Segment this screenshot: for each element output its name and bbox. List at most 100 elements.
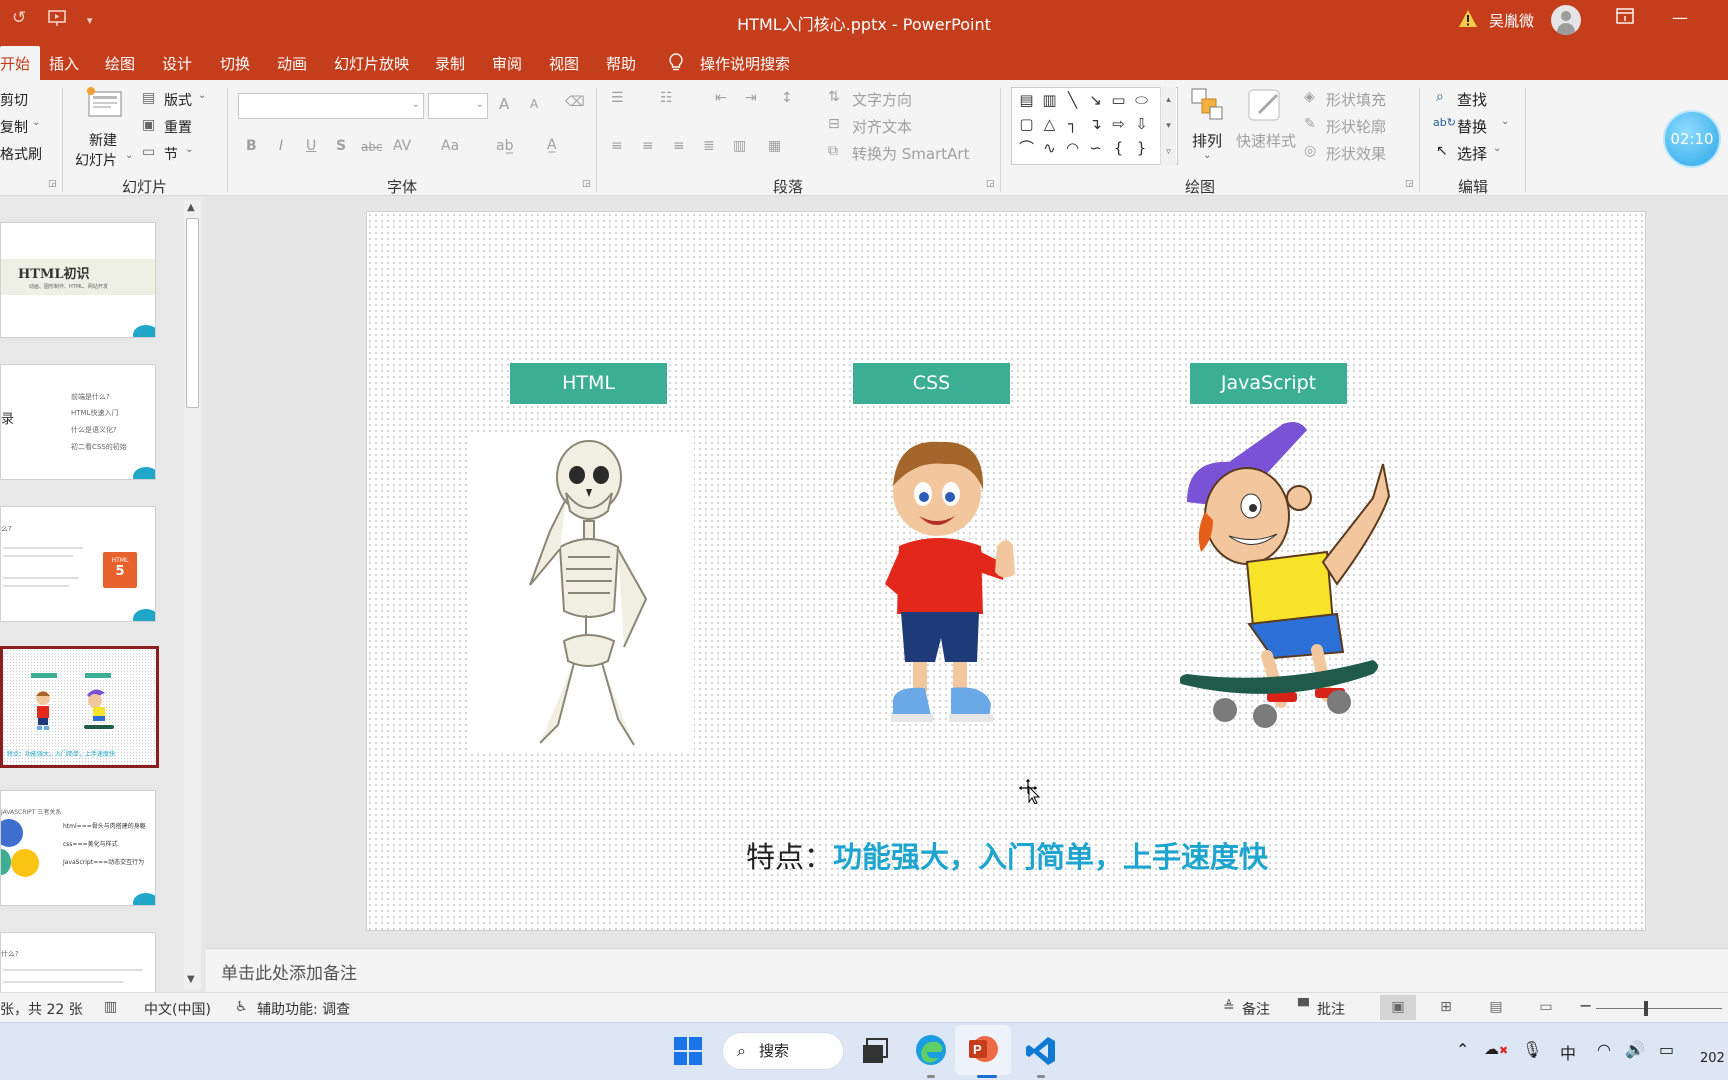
notes-placeholder[interactable]: 单击此处添加备注	[221, 959, 357, 984]
smartart-button[interactable]: 转换为 SmartArt	[852, 143, 969, 164]
slide-thumbnail-5[interactable]: JAVASCRIPT 三者关系 html===骨头与肉搭建的身躯 css===美…	[0, 790, 156, 906]
shape-outline-icon[interactable]: ✎	[1304, 116, 1316, 132]
slide-sorter-button[interactable]: ⊞	[1428, 995, 1464, 1020]
align-center-icon[interactable]: ≡	[642, 138, 654, 154]
shape-outline-button[interactable]: 形状轮廓	[1326, 116, 1386, 137]
underline-button[interactable]: U	[306, 138, 316, 154]
layout-icon[interactable]: ▤	[142, 90, 155, 106]
tab-help[interactable]: 帮助	[606, 53, 636, 74]
copy-dropdown-icon[interactable]: ⌄	[32, 117, 40, 128]
bullets-icon[interactable]: ☰	[611, 90, 624, 106]
textbox-shape-icon[interactable]: ▤	[1015, 88, 1038, 112]
volume-icon[interactable]: 🔊	[1625, 1040, 1645, 1059]
elbow-arrow-icon[interactable]: ↴	[1084, 112, 1107, 136]
css-tag[interactable]: CSS	[853, 363, 1010, 404]
distributed-icon[interactable]: ▥	[733, 138, 746, 154]
font-color-icon[interactable]: A̲	[547, 137, 557, 153]
layout-dropdown-icon[interactable]: ⌄	[198, 90, 206, 101]
line-spacing-icon[interactable]: ↕	[781, 90, 793, 106]
javascript-tag[interactable]: JavaScript	[1190, 363, 1347, 404]
highlight-icon[interactable]: ab̲	[496, 138, 513, 154]
oval-shape-icon[interactable]: ⬭	[1130, 88, 1153, 112]
dialog-launcher-icon[interactable]: ◲	[582, 179, 591, 189]
powerpoint-taskbar-button[interactable]: P	[955, 1025, 1011, 1075]
battery-icon[interactable]: ▭	[1659, 1040, 1674, 1059]
slide-thumbnail-3[interactable]: 么? HTML 5	[0, 506, 156, 622]
tab-home[interactable]: 开始	[0, 46, 41, 80]
windows-start-icon[interactable]	[673, 1036, 703, 1066]
quick-styles-button[interactable]: 快速样式	[1236, 130, 1296, 151]
font-name-select[interactable]: ⌄	[238, 93, 424, 119]
notes-pane[interactable]: 单击此处添加备注	[206, 948, 1728, 992]
slide-thumbnail-4-selected[interactable]: 特点：功能强大，入门简单，上手速度快	[0, 646, 159, 768]
change-case-button[interactable]: Aa	[441, 138, 459, 154]
find-icon[interactable]: ⌕	[1436, 89, 1444, 105]
current-slide[interactable]: HTML CSS JavaScript 特点：功能强大，入门简单，上手速度快	[366, 211, 1646, 931]
scroll-up-icon[interactable]: ▲	[187, 202, 195, 213]
skeleton-image[interactable]	[468, 435, 694, 753]
strikethrough-button[interactable]: abc	[361, 140, 383, 154]
numbering-icon[interactable]: ☷	[660, 90, 673, 106]
comments-icon[interactable]: ▀	[1298, 999, 1309, 1015]
thumbnail-scroll-thumb[interactable]	[186, 218, 199, 408]
layout-button[interactable]: 版式	[164, 90, 192, 110]
tab-animations[interactable]: 动画	[277, 53, 307, 74]
grow-font-button[interactable]: A	[499, 95, 509, 113]
align-left-icon[interactable]: ≡	[611, 138, 623, 154]
bold-button[interactable]: B	[246, 138, 257, 154]
vertical-textbox-shape-icon[interactable]: ▥	[1038, 88, 1061, 112]
section-icon[interactable]: ▭	[142, 144, 155, 160]
right-arrow-shape-icon[interactable]: ⇨	[1107, 112, 1130, 136]
left-brace-icon[interactable]: {	[1107, 136, 1130, 160]
accessibility-status[interactable]: 辅助功能: 调查	[257, 999, 350, 1019]
accessibility-icon[interactable]: ♿	[235, 999, 248, 1015]
increase-indent-icon[interactable]: ⇥	[745, 90, 757, 106]
arrow-shape-icon[interactable]: ↘	[1084, 88, 1107, 112]
reset-button[interactable]: 重置	[164, 117, 192, 137]
new-slide-icon[interactable]	[86, 86, 124, 124]
onedrive-error-icon[interactable]: ☁✖	[1484, 1040, 1508, 1058]
minimize-icon[interactable]: —	[1672, 8, 1688, 27]
find-button[interactable]: 查找	[1457, 89, 1487, 110]
shrink-font-button[interactable]: A	[530, 97, 538, 111]
text-shadow-button[interactable]: S	[336, 138, 346, 154]
slide-thumbnail-1[interactable]: HTML初识 动画、图形制作、HTML、网站开发	[0, 222, 156, 338]
cut-button[interactable]: 剪切	[0, 90, 28, 110]
scroll-down-icon[interactable]: ▼	[187, 974, 195, 985]
select-dropdown-icon[interactable]: ⌄	[1493, 143, 1501, 154]
slide-thumbnail-2[interactable]: 录 前端是什么? HTML快速入门 什么是语义化? 初二看CSS的初始	[0, 364, 156, 480]
spellcheck-icon[interactable]: ▥	[104, 999, 117, 1015]
elbow-connector-icon[interactable]: ┐	[1061, 112, 1084, 136]
new-slide-label[interactable]: 新建	[89, 130, 117, 150]
replace-icon[interactable]: ab↻	[1433, 116, 1456, 129]
feature-line[interactable]: 特点：功能强大，入门简单，上手速度快	[367, 834, 1645, 876]
rounded-rect-shape-icon[interactable]: ▢	[1015, 112, 1038, 136]
recording-timer[interactable]: 02:10	[1663, 110, 1721, 168]
rectangle-shape-icon[interactable]: ▭	[1107, 88, 1130, 112]
warning-icon[interactable]	[1458, 9, 1478, 29]
vscode-icon[interactable]	[1025, 1035, 1057, 1067]
italic-button[interactable]: I	[279, 138, 283, 154]
right-brace-icon[interactable]: }	[1130, 136, 1153, 160]
copy-button[interactable]: 复制	[0, 117, 28, 137]
shape-effects-button[interactable]: 形状效果	[1326, 143, 1386, 164]
edge-browser-icon[interactable]	[915, 1034, 947, 1066]
task-view-icon[interactable]	[861, 1037, 889, 1065]
shape-fill-icon[interactable]: ◈	[1304, 89, 1315, 105]
font-size-select[interactable]: ⌄	[428, 93, 488, 119]
avatar[interactable]	[1551, 5, 1581, 35]
new-slide-dropdown-icon[interactable]: ⌄	[125, 150, 133, 161]
columns-icon[interactable]: ▦	[768, 138, 781, 154]
align-text-icon[interactable]: ⊟	[828, 116, 840, 132]
normal-view-button[interactable]: ▣	[1380, 995, 1416, 1020]
format-painter-button[interactable]: 格式刷	[0, 144, 42, 164]
smartart-icon[interactable]: ⧉	[828, 143, 838, 159]
align-right-icon[interactable]: ≡	[673, 138, 685, 154]
quick-styles-icon[interactable]	[1247, 87, 1285, 127]
taskbar-search[interactable]: ⌕ 搜索	[722, 1032, 844, 1070]
html-tag[interactable]: HTML	[510, 363, 667, 404]
dialog-launcher-icon[interactable]: ◲	[1405, 179, 1414, 189]
slideshow-view-button[interactable]: ▭	[1528, 995, 1564, 1020]
lightbulb-icon[interactable]	[668, 53, 684, 75]
shape-effects-icon[interactable]: ◎	[1304, 143, 1316, 159]
